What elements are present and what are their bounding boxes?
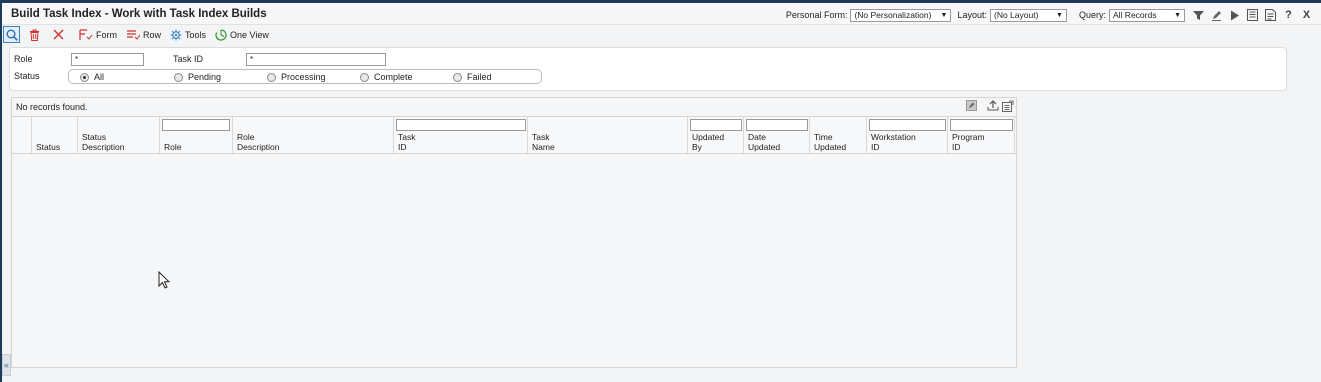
qbe-date-updated-input[interactable] <box>746 119 808 131</box>
notes-icon[interactable] <box>1264 9 1277 22</box>
status-radio-failed[interactable]: Failed <box>453 72 492 82</box>
status-radio-all[interactable]: All <box>80 72 104 82</box>
layout-label: Layout: <box>957 10 987 20</box>
grid-edit-icon[interactable] <box>965 99 978 112</box>
export-icon[interactable] <box>986 99 999 112</box>
status-radio-complete[interactable]: Complete <box>360 72 413 82</box>
qbe-role-input[interactable] <box>162 119 230 131</box>
form-icon <box>79 28 93 40</box>
column-workstation-id[interactable]: Workstation ID <box>867 117 948 154</box>
dropdown-caret-icon: ▼ <box>940 11 948 19</box>
column-role-description[interactable]: Role Description <box>233 117 394 154</box>
title-bar: Build Task Index - Work with Task Index … <box>2 3 1321 25</box>
header-controls: Personal Form: (No Personalization) ▼ La… <box>786 8 1313 22</box>
double-chevron-left-icon: « <box>3 360 9 370</box>
list-icon[interactable] <box>1246 9 1259 22</box>
gear-icon <box>170 29 182 40</box>
status-radio-processing[interactable]: Processing <box>267 72 326 82</box>
run-icon[interactable] <box>1228 9 1241 22</box>
window-frame-left <box>0 0 2 382</box>
radio-selected-icon <box>80 72 89 82</box>
personal-form-select[interactable]: (No Personalization) ▼ <box>850 8 952 22</box>
column-status[interactable]: Status <box>32 117 78 154</box>
column-task-name[interactable]: Task Name <box>528 117 688 154</box>
grid-body <box>12 155 1016 367</box>
status-label: Status <box>14 71 40 81</box>
grid-header: Status Status Description Role Role Desc… <box>12 116 1016 154</box>
column-task-id[interactable]: Task ID <box>394 117 528 154</box>
query-select[interactable]: All Records ▼ <box>1109 8 1185 22</box>
column-role[interactable]: Role <box>160 117 233 154</box>
trash-icon <box>30 29 39 41</box>
filter-icon[interactable] <box>1192 9 1205 22</box>
radio-icon <box>267 72 276 82</box>
grid-layout-icon[interactable] <box>1001 99 1014 112</box>
x-icon <box>53 29 64 40</box>
grid-actions <box>957 99 1014 112</box>
one-view-icon <box>215 28 227 41</box>
results-grid: No records found. Status Status Descript… <box>11 97 1017 368</box>
tools-menu[interactable]: Tools <box>170 29 206 41</box>
filter-panel: Role * Task ID * Status All Pending Proc… <box>9 47 1287 91</box>
column-status-description[interactable]: Status Description <box>78 117 160 154</box>
radio-icon <box>360 72 369 82</box>
search-icon <box>6 29 18 41</box>
qbe-task-id-input[interactable] <box>396 119 526 131</box>
mouse-pointer-icon <box>158 271 170 289</box>
task-id-label: Task ID <box>173 54 204 64</box>
column-updated-by[interactable]: Updated By <box>688 117 744 154</box>
status-radio-group: All Pending Processing Complete Failed <box>68 69 542 84</box>
layout-select[interactable]: (No Layout) ▼ <box>989 8 1067 22</box>
delete-button[interactable] <box>29 29 40 41</box>
task-id-input[interactable]: * <box>246 53 386 66</box>
radio-icon <box>174 72 183 82</box>
help-icon[interactable]: ? <box>1282 9 1295 22</box>
role-input[interactable]: * <box>71 53 144 66</box>
form-menu[interactable]: Form <box>79 28 117 41</box>
column-date-updated[interactable]: Date Updated <box>744 117 810 154</box>
close-icon[interactable]: X <box>1300 9 1313 22</box>
role-label: Role <box>14 54 33 64</box>
row-icon <box>127 29 140 40</box>
collapse-panel-tab[interactable]: « <box>2 354 11 376</box>
column-time-updated[interactable]: Time Updated <box>810 117 867 154</box>
qbe-updated-by-input[interactable] <box>690 119 742 131</box>
row-menu[interactable]: Row <box>126 29 161 41</box>
dropdown-caret-icon: ▼ <box>1174 11 1181 19</box>
personal-form-label: Personal Form: <box>785 10 848 20</box>
qbe-workstation-id-input[interactable] <box>869 119 946 131</box>
page-title: Build Task Index - Work with Task Index … <box>11 8 267 20</box>
cancel-button[interactable] <box>53 29 64 40</box>
grid-select-column[interactable] <box>12 117 32 154</box>
qbe-program-id-input[interactable] <box>950 119 1013 131</box>
query-label: Query: <box>1078 10 1106 20</box>
dropdown-caret-icon: ▼ <box>1056 11 1063 19</box>
edit-query-icon[interactable] <box>1210 9 1223 22</box>
radio-icon <box>453 72 462 82</box>
status-radio-pending[interactable]: Pending <box>174 72 221 82</box>
find-button[interactable] <box>3 26 20 43</box>
grid-status-text: No records found. <box>16 102 88 112</box>
form-toolbar: Form Row Tools One View <box>3 26 278 43</box>
one-view-button[interactable]: One View <box>215 28 269 41</box>
column-program-id[interactable]: Program ID <box>948 117 1015 154</box>
